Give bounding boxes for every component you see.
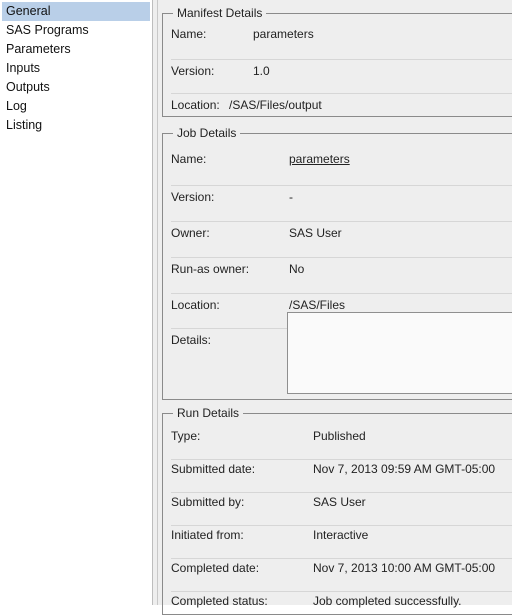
job-version-value: - (289, 190, 293, 204)
details-panel: Manifest Details Name: parameters Versio… (157, 0, 512, 615)
job-details-label: Details: (171, 333, 212, 347)
properties-window: General SAS Programs Parameters Inputs O… (0, 0, 512, 615)
section-nav-list: General SAS Programs Parameters Inputs O… (0, 0, 152, 135)
job-version-label: Version: (171, 190, 215, 204)
job-details-title: Job Details (173, 125, 241, 141)
manifest-name-label: Name: (171, 27, 207, 41)
nav-item-general[interactable]: General (2, 2, 150, 21)
manifest-name-value: parameters (253, 27, 314, 41)
run-submitted-by-value: SAS User (313, 495, 366, 509)
job-details-textarea[interactable] (287, 312, 512, 394)
run-completed-date-value: Nov 7, 2013 10:00 AM GMT-05:00 (313, 561, 496, 575)
job-name-label: Name: (171, 152, 207, 166)
divider (171, 257, 512, 258)
divider (171, 59, 512, 60)
run-type-label: Type: (171, 429, 201, 443)
manifest-location-value: /SAS/Files/output (229, 98, 322, 112)
job-runas-label: Run-as owner: (171, 262, 250, 276)
manifest-details-group: Manifest Details Name: parameters Versio… (162, 5, 512, 117)
job-details-group: Job Details Name: parameters Version: - … (162, 125, 512, 400)
section-nav: General SAS Programs Parameters Inputs O… (0, 0, 153, 605)
divider (171, 185, 512, 186)
nav-item-outputs[interactable]: Outputs (2, 78, 150, 97)
nav-item-log[interactable]: Log (2, 97, 150, 116)
nav-item-inputs[interactable]: Inputs (2, 59, 150, 78)
nav-item-listing[interactable]: Listing (2, 116, 150, 135)
nav-item-parameters[interactable]: Parameters (2, 40, 150, 59)
job-owner-label: Owner: (171, 226, 210, 240)
nav-item-sas-programs[interactable]: SAS Programs (2, 21, 150, 40)
manifest-details-title: Manifest Details (173, 5, 267, 21)
run-submitted-by-label: Submitted by: (171, 495, 245, 509)
job-runas-value: No (289, 262, 305, 276)
run-completed-status-label: Completed status: (171, 594, 268, 608)
run-submitted-date-label: Submitted date: (171, 462, 256, 476)
run-submitted-date-value: Nov 7, 2013 09:59 AM GMT-05:00 (313, 462, 496, 476)
run-initiated-label: Initiated from: (171, 528, 244, 542)
run-completed-date-label: Completed date: (171, 561, 260, 575)
manifest-version-label: Version: (171, 64, 215, 78)
divider (171, 93, 512, 94)
job-name-link[interactable]: parameters (289, 149, 350, 169)
run-type-value: Published (313, 429, 366, 443)
run-initiated-value: Interactive (313, 528, 369, 542)
divider (171, 221, 512, 222)
manifest-location-label: Location: (171, 98, 220, 112)
manifest-version-value: 1.0 (253, 64, 270, 78)
job-owner-value: SAS User (289, 226, 342, 240)
run-completed-status-value: Job completed successfully. (313, 594, 462, 608)
job-location-label: Location: (171, 298, 220, 312)
divider (171, 293, 512, 294)
run-details-group: Run Details Type: Published Submitted da… (162, 405, 512, 615)
run-details-title: Run Details (173, 405, 244, 421)
